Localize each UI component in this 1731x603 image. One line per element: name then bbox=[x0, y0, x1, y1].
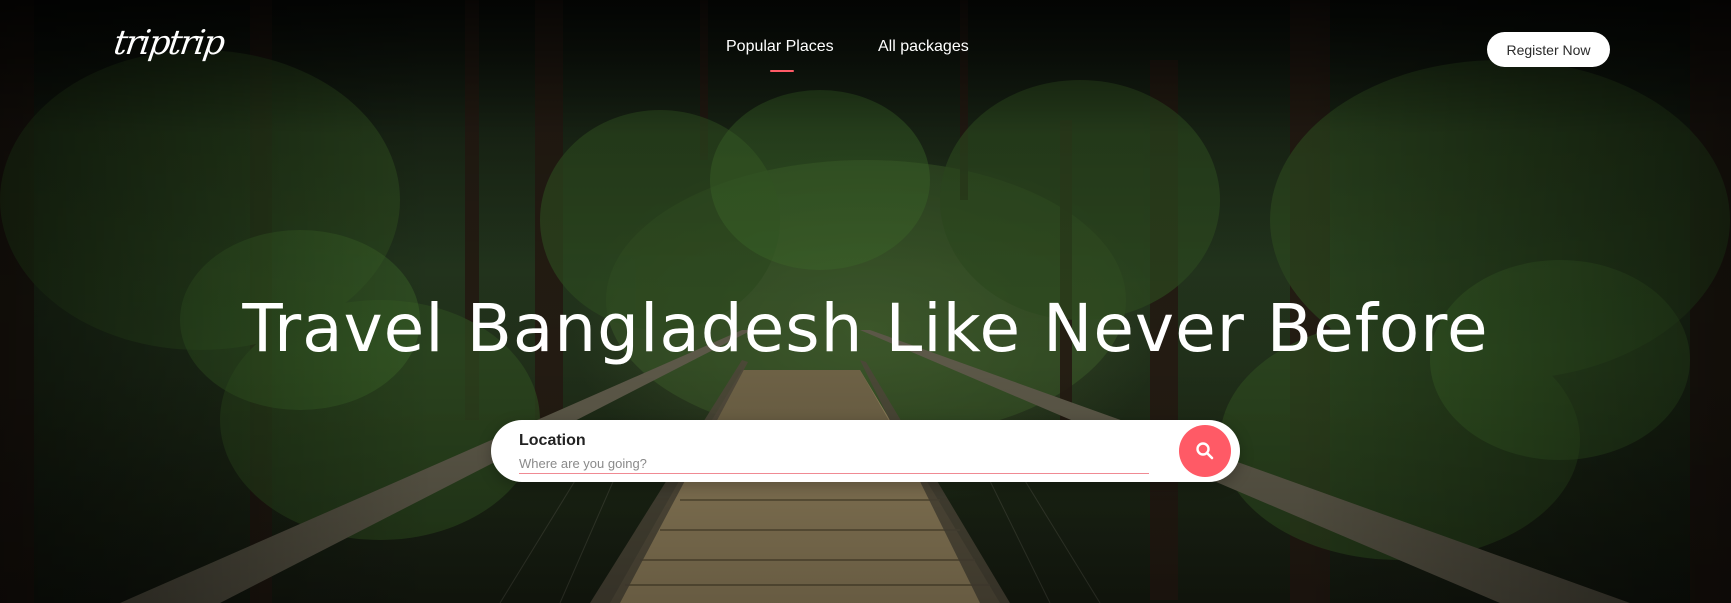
register-now-button[interactable]: Register Now bbox=[1487, 32, 1610, 67]
location-search-bar: Location bbox=[491, 420, 1240, 482]
hero-headline: Travel Bangladesh Like Never Before bbox=[242, 290, 1489, 367]
search-button[interactable] bbox=[1179, 425, 1231, 477]
brand-logo[interactable]: triptrip bbox=[111, 22, 226, 86]
hero-section: triptrip Popular Places All packages Reg… bbox=[0, 0, 1731, 603]
nav-active-indicator bbox=[770, 70, 794, 72]
location-search-input[interactable] bbox=[519, 453, 1149, 474]
logo-text: triptrip bbox=[111, 23, 226, 63]
location-label: Location bbox=[519, 432, 586, 449]
nav-item-popular-places[interactable]: Popular Places bbox=[726, 38, 834, 56]
search-icon bbox=[1196, 442, 1214, 460]
nav-item-all-packages[interactable]: All packages bbox=[878, 38, 969, 56]
